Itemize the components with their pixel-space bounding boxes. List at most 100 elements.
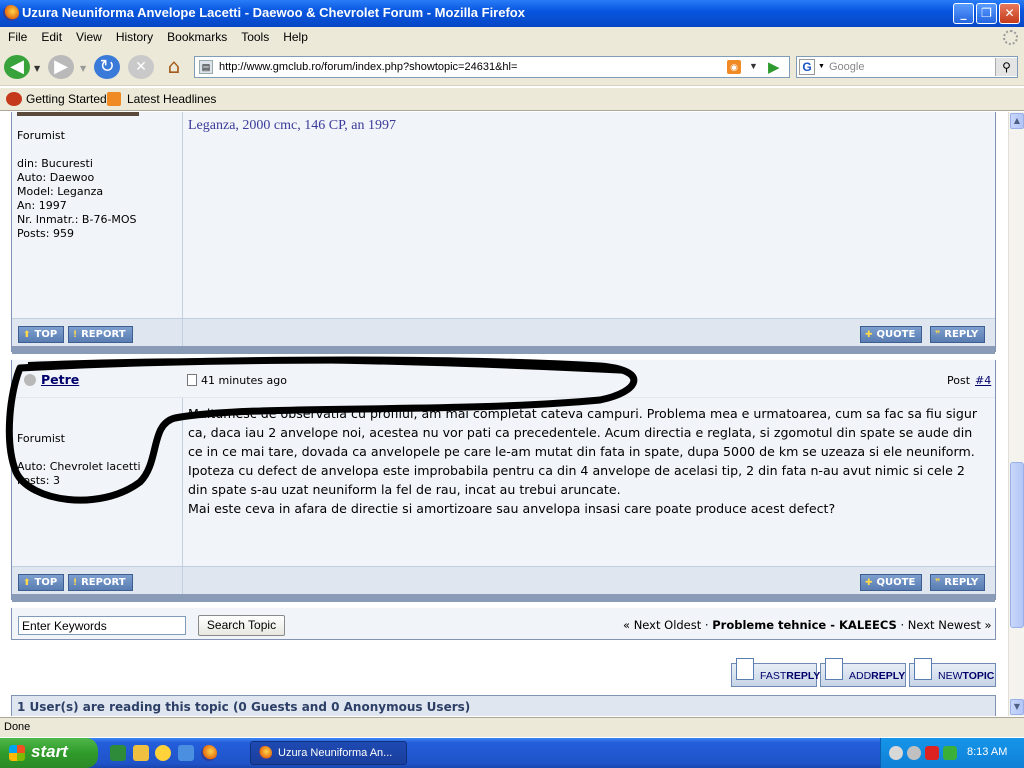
document-icon [825,658,843,680]
bookmark-latest-headlines[interactable]: Latest Headlines [127,92,216,106]
document-icon [736,658,754,680]
url-bar[interactable]: ▤ http://www.gmclub.ro/forum/index.php?s… [194,56,790,78]
member-group: Forumist [17,129,65,142]
scroll-down-icon[interactable]: ▼ [1010,699,1024,715]
document-icon [914,658,932,680]
clock: 8:13 AM [967,746,1008,758]
quicklaunch-icon-1[interactable] [110,745,126,761]
google-engine-icon[interactable]: G [799,59,815,75]
menu-edit[interactable]: Edit [33,27,68,44]
bookmark-getting-started[interactable]: Getting Started [26,92,107,106]
new-topic-button[interactable]: NEWTOPIC [909,658,996,687]
profile-posts: Posts: 959 [17,227,74,240]
firefox-icon [258,746,272,760]
plus-icon: ✚ [865,330,873,340]
vertical-scrollbar[interactable]: ▲ ▼ [1008,112,1024,716]
report-button[interactable]: ! REPORT [68,574,133,591]
post-number-link[interactable]: #4 [975,374,991,387]
engine-dropdown-icon[interactable]: ▼ [818,63,825,70]
topic-nav-bar: Enter Keywords Search Topic « Next Oldes… [11,608,996,640]
menu-view[interactable]: View [68,27,108,44]
reply-button[interactable]: ❞ REPLY [930,574,986,591]
exclamation-icon: ! [73,578,78,588]
quicklaunch-smiley-icon[interactable] [155,745,171,761]
forward-dropdown-icon[interactable]: ▼ [80,64,86,73]
arrow-up-icon: ⬆ [23,578,31,588]
profile-location: din: Bucuresti [17,157,93,170]
url-dropdown-icon[interactable]: ▼ [749,61,758,71]
quicklaunch-icon-2[interactable] [133,745,149,761]
active-users-bar: 1 User(s) are reading this topic (0 Gues… [11,695,996,716]
system-tray: 8:13 AM [880,738,1024,768]
separator: · [900,618,905,632]
quote-marks-icon: ❞ [935,330,941,340]
menu-tools[interactable]: Tools [233,27,275,44]
post-number-label: Post [947,374,971,387]
window-title-bar[interactable]: Uzura Neuniforma Anvelope Lacetti - Daew… [0,0,1024,27]
site-icon: ▤ [199,60,213,74]
back-dropdown-icon[interactable]: ▼ [34,64,40,73]
maximize-icon[interactable]: ❐ [976,3,997,24]
tray-shield-icon[interactable] [925,746,939,760]
go-icon[interactable]: ▶ [768,58,786,76]
menu-bar: File Edit View History Bookmarks Tools Help [0,27,1024,48]
search-input[interactable]: Google [829,61,864,73]
windows-logo-icon [9,745,25,761]
search-topic-button[interactable]: Search Topic [198,615,285,636]
post-separator [12,594,995,602]
firefox-icon [3,5,19,21]
profile-auto: Auto: Daewoo [17,171,95,184]
bookmarks-toolbar: Getting Started Latest Headlines [0,88,1024,111]
add-reply-button[interactable]: ADDREPLY [820,658,906,687]
top-button[interactable]: ⬆ TOP [18,326,65,343]
taskbar-window-label: Uzura Neuniforma An... [278,747,393,759]
rss-feed-icon[interactable]: ◉ [727,60,741,74]
tray-icon-2[interactable] [907,746,921,760]
exclamation-icon: ! [73,330,78,340]
next-oldest-link[interactable]: « Next Oldest [623,618,701,632]
keywords-input[interactable]: Enter Keywords [18,616,186,635]
scroll-thumb[interactable] [1010,462,1024,628]
getting-started-icon [6,92,22,106]
quote-button[interactable]: ✚ QUOTE [860,574,923,591]
report-button[interactable]: ! REPORT [68,326,133,343]
minimize-icon[interactable]: _ [953,3,974,24]
quicklaunch-firefox-icon[interactable] [201,745,217,761]
close-icon[interactable]: ✕ [999,3,1020,24]
fast-reply-button[interactable]: FASTREPLY [731,658,820,687]
menu-help[interactable]: Help [275,27,314,44]
search-magnifier-icon[interactable]: ⚲ [995,58,1017,76]
quote-button[interactable]: ✚ QUOTE [860,326,923,343]
top-button[interactable]: ⬆ TOP [18,574,65,591]
topic-navigation: « Next Oldest · Probleme tehnice - KALEE… [623,618,992,632]
arrow-up-icon: ⬆ [23,330,31,340]
menu-history[interactable]: History [108,27,159,44]
profile-plate: Nr. Inmatr.: B-76-MOS [17,213,137,226]
rss-bookmark-icon [107,92,121,106]
start-button[interactable]: start [0,738,98,768]
home-icon[interactable]: ⌂ [162,54,186,78]
signature: Leganza, 2000 cmc, 146 CP, an 1997 [188,118,397,133]
quicklaunch-icon-4[interactable] [178,745,194,761]
throbber-icon [1003,30,1018,45]
profile-year: An: 1997 [17,199,67,212]
forward-icon[interactable]: ▶ [48,55,74,79]
menu-bookmarks[interactable]: Bookmarks [159,27,233,44]
forum-link[interactable]: Probleme tehnice - KALEECS [712,618,897,632]
back-icon[interactable]: ◀ [4,55,30,79]
reload-icon[interactable]: ↻ [94,55,120,79]
post-previous-buttons: ⬆ TOP ! REPORT ✚ QUOTE ❞ REPLY [12,318,995,347]
tray-icon-1[interactable] [889,746,903,760]
stop-icon[interactable]: ✕ [128,55,154,79]
post-previous: Forumist din: Bucuresti Auto: Daewoo Mod… [11,112,996,354]
menu-file[interactable]: File [0,27,33,44]
tray-icon-4[interactable] [943,746,957,760]
taskbar-window-item[interactable]: Uzura Neuniforma An... [250,741,407,765]
page-content: Forumist din: Bucuresti Auto: Daewoo Mod… [0,112,1008,716]
next-newest-link[interactable]: Next Newest » [908,618,992,632]
reply-button[interactable]: ❞ REPLY [930,326,986,343]
quote-marks-icon: ❞ [935,578,941,588]
post-previous-body: Leganza, 2000 cmc, 146 CP, an 1997 [183,112,995,318]
scroll-up-icon[interactable]: ▲ [1010,113,1024,129]
search-bar[interactable]: G ▼ Google ⚲ [796,56,1018,78]
